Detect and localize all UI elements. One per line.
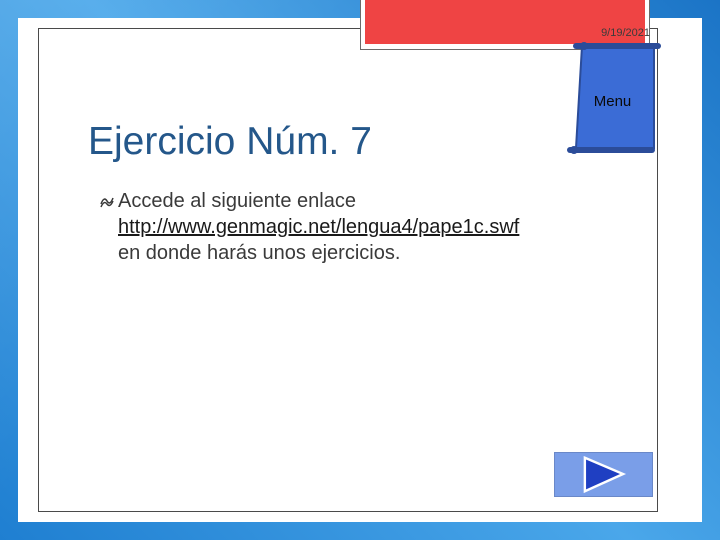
next-slide-button[interactable]: [554, 452, 653, 497]
slide-body: Accede al siguiente enlace http://www.ge…: [100, 188, 640, 266]
slide-frame: [38, 28, 658, 512]
wave-bullet-icon: [100, 197, 114, 208]
play-triangle-icon: [583, 455, 627, 494]
page-title: Ejercicio Núm. 7: [88, 120, 372, 163]
bullet-tail-text: en donde harás unos ejercicios.: [118, 242, 401, 264]
slide-date: 9/19/2021: [601, 27, 650, 39]
bullet-text: Accede al siguiente enlace: [118, 190, 356, 212]
menu-button[interactable]: Menu: [575, 93, 650, 110]
exercise-link[interactable]: http://www.genmagic.net/lengua4/pape1c.s…: [100, 214, 640, 240]
